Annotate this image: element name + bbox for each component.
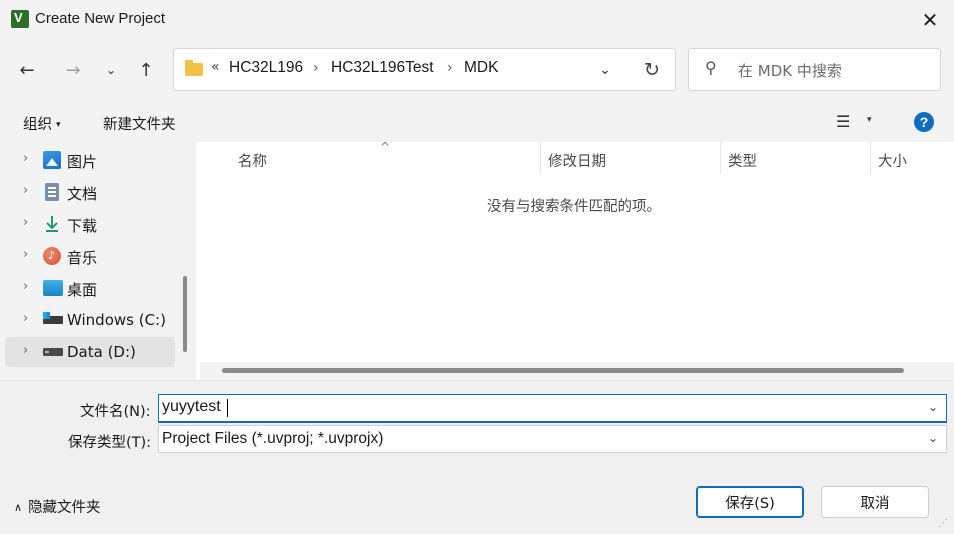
breadcrumb-overflow[interactable]: « xyxy=(211,59,220,75)
arrow-left-icon: ← xyxy=(19,59,35,81)
chevron-right-icon[interactable]: › xyxy=(23,343,28,358)
sidebar-scrollbar[interactable] xyxy=(183,276,187,352)
cancel-button[interactable]: 取消 xyxy=(821,486,929,518)
back-button[interactable]: ← xyxy=(12,55,42,85)
desktop-icon xyxy=(43,280,63,296)
sidebar-item-desktop[interactable]: › 桌面 xyxy=(5,273,175,303)
resize-grip-icon[interactable]: ⋰ xyxy=(938,518,948,529)
sidebar-item-documents[interactable]: › 文档 xyxy=(5,177,175,207)
sidebar-item-data-d[interactable]: › Data (D:) xyxy=(5,337,175,367)
sidebar-item-label: 下载 xyxy=(67,217,98,235)
window-title: Create New Project xyxy=(35,10,166,27)
close-icon: ✕ xyxy=(921,8,939,32)
keil-app-icon xyxy=(11,10,29,28)
horizontal-scrollbar-thumb[interactable] xyxy=(222,368,904,373)
hide-folders-label: 隐藏文件夹 xyxy=(28,500,101,516)
drive-icon xyxy=(42,311,63,324)
organize-label: 组织 xyxy=(23,117,52,133)
column-header-size[interactable]: 大小 xyxy=(878,150,907,171)
chevron-right-icon[interactable]: › xyxy=(23,247,28,262)
sidebar-item-label: 图片 xyxy=(67,153,98,171)
chevron-right-icon[interactable]: › xyxy=(23,183,28,198)
address-dropdown-button[interactable]: ⌄ xyxy=(594,55,616,85)
filename-value[interactable]: yuyytest xyxy=(162,398,221,416)
column-header-type[interactable]: 类型 xyxy=(728,150,757,171)
column-divider[interactable] xyxy=(540,142,541,174)
caret-down-icon: ▾ xyxy=(56,120,61,130)
documents-icon xyxy=(45,183,59,201)
downloads-icon xyxy=(43,215,61,233)
chevron-right-icon[interactable]: › xyxy=(23,215,28,230)
divider xyxy=(0,380,954,381)
help-button[interactable]: ? xyxy=(914,112,934,132)
sidebar-item-label: 音乐 xyxy=(67,249,98,267)
sidebar-item-music[interactable]: › ♪ 音乐 xyxy=(5,241,175,271)
breadcrumb-hc32l196[interactable]: HC32L196 xyxy=(229,59,303,77)
search-icon: ⚲ xyxy=(705,58,717,77)
chevron-right-icon[interactable]: › xyxy=(23,311,28,326)
file-list[interactable] xyxy=(196,142,954,380)
breadcrumb-hc32l196test[interactable]: HC32L196Test xyxy=(331,59,434,77)
up-button[interactable]: ↑ xyxy=(131,55,161,85)
caret-down-icon[interactable]: ▾ xyxy=(867,115,872,125)
column-header-name[interactable]: 名称 xyxy=(238,150,267,171)
filename-label: 文件名(N): xyxy=(80,404,151,420)
filename-input[interactable] xyxy=(158,394,947,423)
sidebar-item-downloads[interactable]: › 下载 xyxy=(5,209,175,239)
pictures-icon xyxy=(43,151,61,169)
chevron-down-icon[interactable]: ⌄ xyxy=(928,400,938,414)
sidebar-item-label: Windows (C:) xyxy=(67,311,166,329)
filetype-label: 保存类型(T): xyxy=(68,435,152,451)
save-button[interactable]: 保存(S) xyxy=(696,486,804,518)
chevron-right-icon[interactable]: › xyxy=(23,151,28,166)
organize-button[interactable]: 组织 ▾ xyxy=(23,113,61,134)
chevron-down-icon[interactable]: ⌄ xyxy=(928,431,938,445)
sidebar-item-pictures[interactable]: › 图片 xyxy=(5,145,175,175)
sidebar-item-windows-c[interactable]: › Windows (C:) xyxy=(5,305,175,335)
music-icon: ♪ xyxy=(43,247,61,265)
search-input[interactable]: 在 MDK 中搜索 xyxy=(738,60,842,81)
chevron-up-icon: ∧ xyxy=(14,501,23,514)
column-divider[interactable] xyxy=(720,142,721,174)
chevron-right-icon[interactable]: › xyxy=(23,279,28,294)
chevron-down-icon: ⌄ xyxy=(105,63,117,77)
empty-results-message: 没有与搜索条件匹配的项。 xyxy=(487,199,661,215)
refresh-icon: ↻ xyxy=(644,59,660,81)
refresh-button[interactable]: ↻ xyxy=(639,55,665,85)
close-button[interactable]: ✕ xyxy=(906,0,954,40)
sidebar-item-label: 文档 xyxy=(67,185,98,203)
breadcrumb-mdk[interactable]: MDK xyxy=(464,59,498,77)
hide-folders-button[interactable]: ∧ 隐藏文件夹 xyxy=(14,496,101,517)
arrow-right-icon: → xyxy=(65,59,81,81)
sidebar-item-label: 桌面 xyxy=(67,281,98,299)
column-divider[interactable] xyxy=(870,142,871,174)
drive-icon xyxy=(43,348,63,356)
chevron-down-icon: ⌄ xyxy=(599,62,611,78)
forward-button[interactable]: → xyxy=(58,55,88,85)
folder-icon xyxy=(185,60,203,76)
text-cursor xyxy=(227,399,228,417)
breadcrumb-separator[interactable]: › xyxy=(447,60,453,76)
new-folder-button[interactable]: 新建文件夹 xyxy=(103,113,176,134)
sidebar-item-label: Data (D:) xyxy=(67,343,136,361)
breadcrumb-separator[interactable]: › xyxy=(313,60,319,76)
sort-ascending-icon: ^ xyxy=(380,140,391,154)
arrow-up-icon: ↑ xyxy=(138,59,154,81)
recent-locations-button[interactable]: ⌄ xyxy=(96,55,126,85)
view-options-icon[interactable]: ☰ xyxy=(836,112,850,131)
column-header-modified[interactable]: 修改日期 xyxy=(548,150,606,171)
filetype-value[interactable]: Project Files (*.uvproj; *.uvprojx) xyxy=(162,430,383,448)
